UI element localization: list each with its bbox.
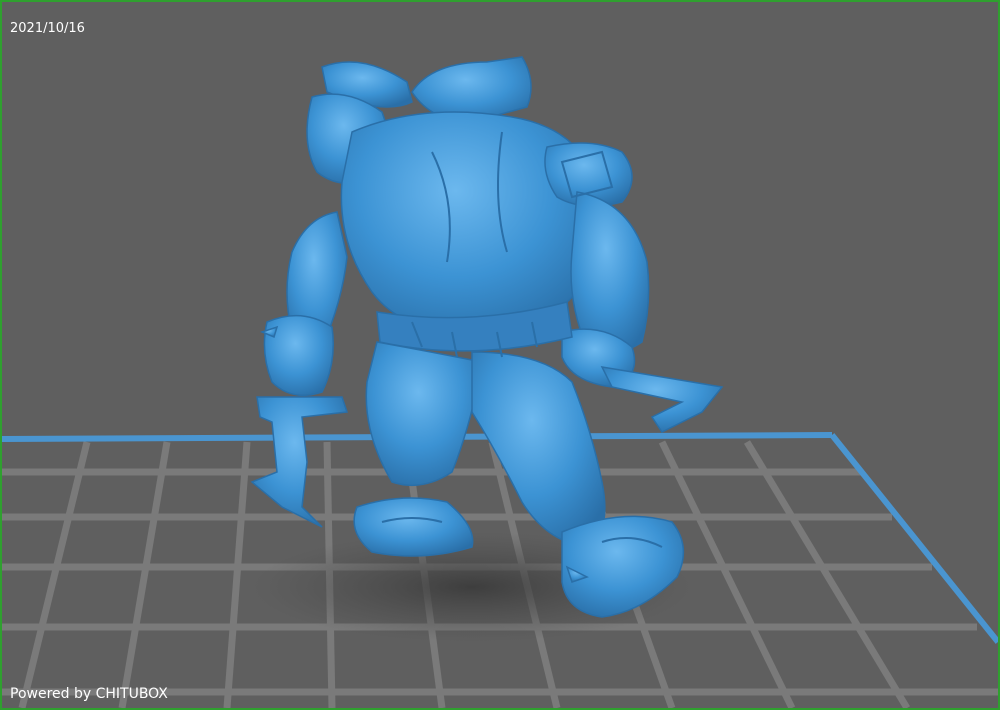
viewport-canvas[interactable] xyxy=(2,2,998,708)
powered-by-label: Powered by CHITUBOX xyxy=(10,686,168,702)
3d-viewport[interactable]: 2021/10/16 Powered by CHITUBOX xyxy=(0,0,1000,710)
date-label: 2021/10/16 xyxy=(10,21,85,36)
